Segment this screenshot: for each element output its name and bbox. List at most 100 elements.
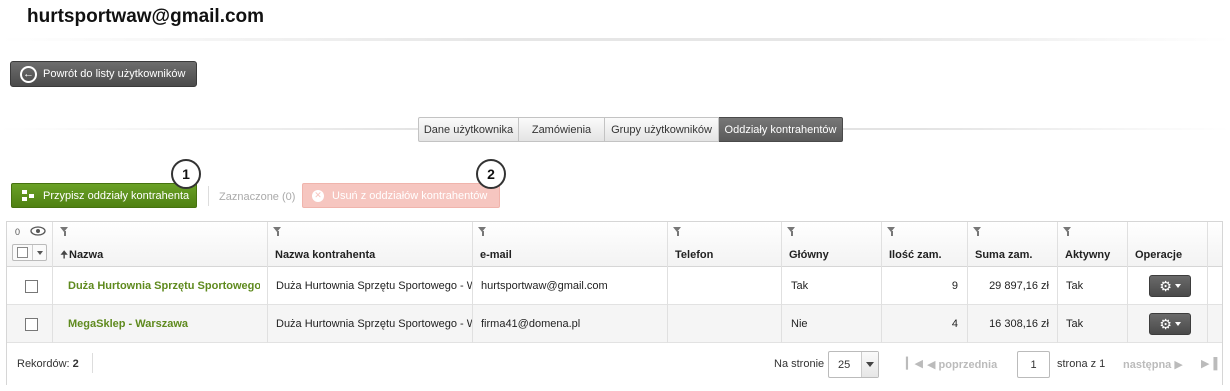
column-header-total[interactable]: Suma zam.: [967, 222, 1057, 267]
column-label-name: Nazwa: [69, 249, 104, 261]
branch-name-link[interactable]: Duża Hurtownia Sprzętu Sportowego: [60, 267, 260, 305]
prev-page-button[interactable]: ◀ poprzednia: [927, 358, 997, 371]
main-value: Tak: [791, 280, 809, 292]
column-label-active: Aktywny: [1065, 249, 1111, 261]
column-divider: [967, 222, 968, 343]
last-page-icon[interactable]: ▶▐: [1201, 357, 1217, 370]
branch-name-link[interactable]: MegaSklep - Warszawa: [60, 305, 260, 343]
operations-gear-button[interactable]: ⚙: [1149, 275, 1191, 297]
filter-icon[interactable]: [887, 227, 896, 236]
page-of-label: strona z 1: [1057, 358, 1106, 370]
next-page-icon: ▶: [1174, 359, 1183, 371]
records-count: Rekordów: 2: [17, 358, 79, 370]
grid-header: 0 Nazwa 🠉 Nazwa kontrahenta e-mail Telef…: [7, 222, 1222, 267]
assign-branches-button[interactable]: Przypisz oddziały kontrahenta: [11, 183, 197, 208]
tab-contractor-branches[interactable]: Oddziały kontrahentów: [719, 117, 843, 142]
column-divider: [267, 222, 268, 343]
grid-footer: Rekordów: 2 Na stronie 25 ▎◀ ◀ poprzednia…: [7, 343, 1222, 385]
tab-orders[interactable]: Zamówienia: [519, 117, 605, 142]
filter-icon[interactable]: [973, 227, 982, 236]
column-divider: [781, 222, 782, 343]
orders-total: 29 897,16 zł: [989, 280, 1049, 292]
column-label-contractor: Nazwa kontrahenta: [275, 249, 376, 261]
filter-icon[interactable]: [673, 227, 682, 236]
filter-icon[interactable]: [1063, 227, 1072, 236]
row-checkbox-cell: [7, 305, 52, 343]
column-label-total: Suma zam.: [975, 249, 1033, 261]
callout-marker-2: 2: [476, 159, 506, 189]
email-value: firma41@domena.pl: [481, 318, 581, 330]
chevron-down-icon: [37, 250, 43, 255]
column-header-active[interactable]: Aktywny: [1057, 222, 1127, 267]
column-header-operations: Operacje: [1127, 222, 1207, 267]
filter-icon[interactable]: [273, 227, 282, 236]
per-page-select[interactable]: 25: [828, 351, 879, 378]
column-label-orders: Ilość zam.: [889, 249, 942, 261]
title-divider: [0, 38, 1230, 41]
records-label: Rekordów:: [17, 358, 70, 370]
select-column-header: 0: [7, 222, 52, 267]
row-checkbox-cell: [7, 267, 52, 305]
contractor-name: Duża Hurtownia Sprzętu Sportowego - Wars…: [276, 318, 472, 330]
records-value: 2: [72, 358, 79, 370]
operations-gear-button[interactable]: ⚙: [1149, 313, 1191, 335]
back-button-label: Powrót do listy użytkowników: [43, 68, 186, 80]
column-divider: [1207, 222, 1208, 343]
tab-bar: Dane użytkownika Zamówienia Grupy użytko…: [418, 117, 843, 142]
phone-value: [667, 267, 781, 305]
table-row: MegaSklep - Warszawa Duża Hurtownia Sprz…: [7, 305, 1222, 343]
main-value: Nie: [791, 318, 808, 330]
sort-up-icon: 🠉: [60, 250, 69, 261]
page-number-input[interactable]: 1: [1017, 351, 1050, 378]
column-header-name[interactable]: Nazwa 🠉: [52, 222, 267, 267]
first-page-icon[interactable]: ▎◀: [906, 357, 923, 370]
branches-grid: 0 Nazwa 🠉 Nazwa kontrahenta e-mail Telef…: [6, 221, 1223, 385]
filter-icon[interactable]: [787, 227, 796, 236]
column-label-email: e-mail: [480, 249, 512, 261]
next-page-label: następna: [1123, 359, 1172, 371]
tab-user-data[interactable]: Dane użytkownika: [418, 117, 519, 142]
remove-from-branches-button[interactable]: ✕ Usuń z oddziałów kontrahentów: [302, 183, 500, 208]
column-header-orders[interactable]: Ilość zam.: [881, 222, 967, 267]
column-header-main[interactable]: Główny: [781, 222, 881, 267]
toolbar-divider: [208, 186, 209, 206]
row-checkbox[interactable]: [25, 317, 38, 331]
remove-x-icon: ✕: [312, 189, 324, 202]
eye-icon[interactable]: [30, 226, 46, 236]
column-divider: [1127, 222, 1128, 343]
chevron-down-icon: [1174, 284, 1181, 288]
column-header-contractor[interactable]: Nazwa kontrahenta: [267, 222, 472, 267]
active-value: Tak: [1066, 318, 1084, 330]
page-title: hurtsportwaw@gmail.com: [27, 6, 265, 27]
column-divider: [667, 222, 668, 343]
contractor-name: Duża Hurtownia Sprzętu Sportowego - Wars…: [276, 280, 472, 292]
column-label-operations: Operacje: [1135, 249, 1183, 261]
column-header-email[interactable]: e-mail: [472, 222, 667, 267]
back-arrow-icon: ←: [20, 65, 37, 83]
column-divider: [881, 222, 882, 343]
column-label-phone: Telefon: [675, 249, 714, 261]
prev-page-label: poprzednia: [938, 359, 998, 371]
next-page-button[interactable]: następna ▶: [1123, 358, 1183, 371]
row-checkbox[interactable]: [25, 279, 38, 293]
prev-page-icon: ◀: [927, 359, 936, 371]
tab-user-groups[interactable]: Grupy użytkowników: [605, 117, 719, 142]
remove-button-label: Usuń z oddziałów kontrahentów: [332, 189, 488, 202]
orders-count: 9: [951, 280, 958, 292]
back-to-users-button[interactable]: ← Powrót do listy użytkowników: [10, 61, 197, 87]
gear-icon: ⚙: [1159, 278, 1172, 294]
bulk-select-checkbox: [17, 247, 28, 258]
selected-count: Zaznaczone (0): [219, 191, 296, 203]
assign-button-label: Przypisz oddziały kontrahenta: [43, 189, 190, 202]
callout-marker-1: 1: [171, 159, 201, 189]
bulk-select-dropdown[interactable]: [12, 244, 47, 261]
column-divider: [472, 222, 473, 343]
column-label-main: Główny: [789, 249, 829, 261]
filter-icon[interactable]: [478, 227, 487, 236]
per-page-value: 25: [838, 358, 851, 371]
orders-count: 4: [951, 318, 958, 330]
footer-divider: [92, 353, 93, 373]
active-value: Tak: [1066, 280, 1084, 292]
filter-icon[interactable]: [60, 227, 69, 236]
column-header-phone[interactable]: Telefon: [667, 222, 781, 267]
